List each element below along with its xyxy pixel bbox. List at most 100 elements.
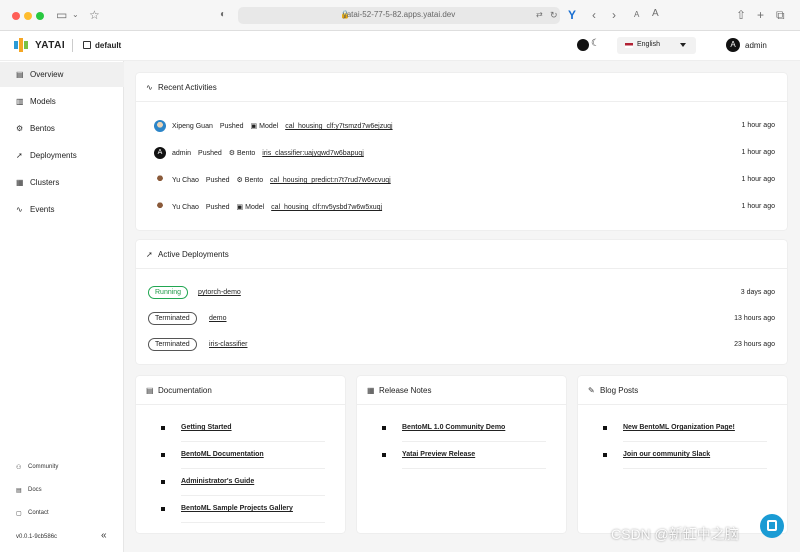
help-chat-button[interactable] (760, 514, 784, 538)
community-icon: ⚇ (16, 465, 22, 471)
bookmark-star-icon[interactable]: ☆ (89, 8, 100, 22)
docs-icon: ▤ (16, 488, 22, 494)
version-label: v0.0.1-9cb586c (16, 534, 58, 540)
blog-posts-card: ✎ Blog Posts New BentoML Organization Pa… (578, 376, 787, 533)
user-avatar (154, 201, 166, 213)
doc-link[interactable]: BentoML Sample Projects Gallery (181, 505, 293, 512)
activity-resource-link[interactable]: cal_housing_clf:nv5ysbd7w6w5xuqj (271, 204, 382, 211)
activity-user[interactable]: Yu Chao (172, 204, 199, 211)
text-smaller-button[interactable]: A (634, 8, 639, 22)
rocket-icon: ➚ (16, 151, 23, 160)
deployment-row: Terminated iris-classifier 23 hours ago (136, 332, 787, 358)
blog-link[interactable]: Join our community Slack (623, 451, 710, 458)
deployment-time: 23 hours ago (734, 341, 775, 348)
activity-kind: Bento (244, 177, 264, 184)
activity-user[interactable]: Yu Chao (172, 177, 199, 184)
deployment-link[interactable]: iris-classifier (209, 341, 248, 348)
activity-time: 1 hour ago (741, 176, 775, 183)
extension-icon[interactable]: Y (568, 8, 576, 22)
activity-user[interactable]: admin (172, 150, 191, 157)
doc-link[interactable]: Getting Started (181, 424, 232, 431)
model-icon: ▣ (236, 204, 244, 211)
zoom-window-button[interactable] (36, 12, 44, 20)
tab-overview-icon[interactable]: ⧉ (776, 8, 785, 22)
activity-text: Yu Chao Pushed ▣ Model cal_housing_clf:nv… (172, 203, 387, 211)
card-header: ✎ Blog Posts (578, 376, 787, 405)
user-name[interactable]: admin (745, 41, 767, 50)
user-avatar[interactable]: A (726, 38, 740, 52)
yatai-logo-icon (14, 38, 28, 52)
close-window-button[interactable] (12, 12, 20, 20)
document-icon: ▤ (146, 386, 154, 395)
list-item: Yatai Preview Release (357, 442, 566, 469)
chevron-down-icon[interactable]: ⌄ (72, 8, 79, 22)
reload-icon[interactable]: ↻ (550, 8, 558, 22)
release-link[interactable]: Yatai Preview Release (402, 451, 475, 458)
activity-row: Yu Chao Pushed ▣ Model cal_housing_clf:nv… (136, 194, 787, 221)
bullet (161, 480, 165, 484)
privacy-shield-icon[interactable]: ◐ (220, 8, 226, 22)
activity-resource-link[interactable]: cal_housing_clf:y7tsmzd7w6ejzuqj (285, 123, 392, 130)
sidebar-link-community[interactable]: ⚇ Community (0, 461, 124, 477)
bullet (161, 507, 165, 511)
address-bar[interactable]: 🔒 yatai-52-77-5-82.apps.yatai.dev (238, 7, 560, 24)
sidebar-toggle-icon[interactable]: ▭ (56, 8, 67, 22)
activity-icon: ∿ (146, 83, 153, 92)
deployment-link[interactable]: pytorch-demo (198, 289, 241, 296)
list-item: Join our community Slack (578, 442, 787, 469)
release-link[interactable]: BentoML 1.0 Community Demo (402, 424, 505, 431)
app-logo-text[interactable]: YATAI (35, 40, 65, 51)
sidebar-item-models[interactable]: ▥ Models (0, 89, 124, 114)
activity-kind: Model (259, 123, 279, 130)
sidebar-item-label: Overview (30, 70, 64, 79)
status-badge: Terminated (148, 312, 197, 325)
bento-icon: ⚙ (16, 124, 24, 133)
sidebar-item-clusters[interactable]: ▦ Clusters (0, 170, 124, 195)
activity-resource-link[interactable]: iris_classifier:uajygwd7w6bapuqj (262, 150, 364, 157)
bullet (382, 453, 386, 457)
list-item: Administrator's Guide (136, 469, 345, 496)
list-item: New BentoML Organization Page! (578, 415, 787, 442)
deployment-link[interactable]: demo (209, 315, 227, 322)
activity-text: admin Pushed ⚙ Bento iris_classifier:uajy… (172, 149, 369, 157)
app-header: YATAI default ☾ English A admin (0, 31, 800, 61)
blog-link[interactable]: New BentoML Organization Page! (623, 424, 735, 431)
cluster-icon: ▦ (16, 178, 24, 187)
url-text: yatai-52-77-5-82.apps.yatai.dev (342, 10, 456, 19)
sidebar-link-contact[interactable]: ▢ Contact (0, 507, 124, 523)
sidebar-item-overview[interactable]: ▤ Overview (0, 62, 124, 87)
divider (623, 468, 767, 469)
minimize-window-button[interactable] (24, 12, 32, 20)
sidebar-item-bentos[interactable]: ⚙ Bentos (0, 116, 124, 141)
doc-link[interactable]: Administrator's Guide (181, 478, 254, 485)
overview-icon: ▤ (16, 70, 24, 79)
organization-name[interactable]: default (95, 41, 121, 50)
back-icon[interactable]: ‹ (592, 8, 596, 22)
sidebar-item-events[interactable]: ∿ Events (0, 197, 124, 222)
sidebar-link-docs[interactable]: ▤ Docs (0, 484, 124, 500)
card-header: ▦ Release Notes (357, 376, 566, 405)
theme-toggle-icon[interactable] (577, 39, 589, 51)
card-title: Release Notes (379, 386, 432, 395)
forward-icon[interactable]: › (612, 8, 616, 22)
language-select[interactable]: English (617, 37, 696, 54)
share-icon[interactable]: ⇧ (736, 8, 746, 22)
sidebar-link-label: Contact (28, 510, 49, 516)
user-avatar (154, 174, 166, 186)
recent-activities-card: ∿ Recent Activities Xipeng Guan Pushed ▣… (136, 73, 787, 230)
moon-icon[interactable]: ☾ (591, 38, 600, 49)
card-title: Documentation (158, 386, 212, 395)
activity-user[interactable]: Xipeng Guan (172, 123, 213, 130)
bullet (382, 426, 386, 430)
documentation-card: ▤ Documentation Getting Started BentoML … (136, 376, 345, 533)
doc-link[interactable]: BentoML Documentation (181, 451, 264, 458)
activity-resource-link[interactable]: cal_housing_predict:n7t7rud7w6vcvuqj (270, 177, 391, 184)
activity-action: Pushed (219, 123, 244, 130)
list-item: Getting Started (136, 415, 345, 442)
translate-icon[interactable]: ⇄ (536, 8, 543, 22)
collapse-sidebar-icon[interactable]: « (101, 530, 107, 541)
sidebar-item-deployments[interactable]: ➚ Deployments (0, 143, 124, 168)
text-larger-button[interactable]: A (652, 7, 659, 21)
watermark: CSDN @新缸中之脑 (611, 526, 739, 542)
new-tab-icon[interactable]: + (757, 8, 764, 22)
